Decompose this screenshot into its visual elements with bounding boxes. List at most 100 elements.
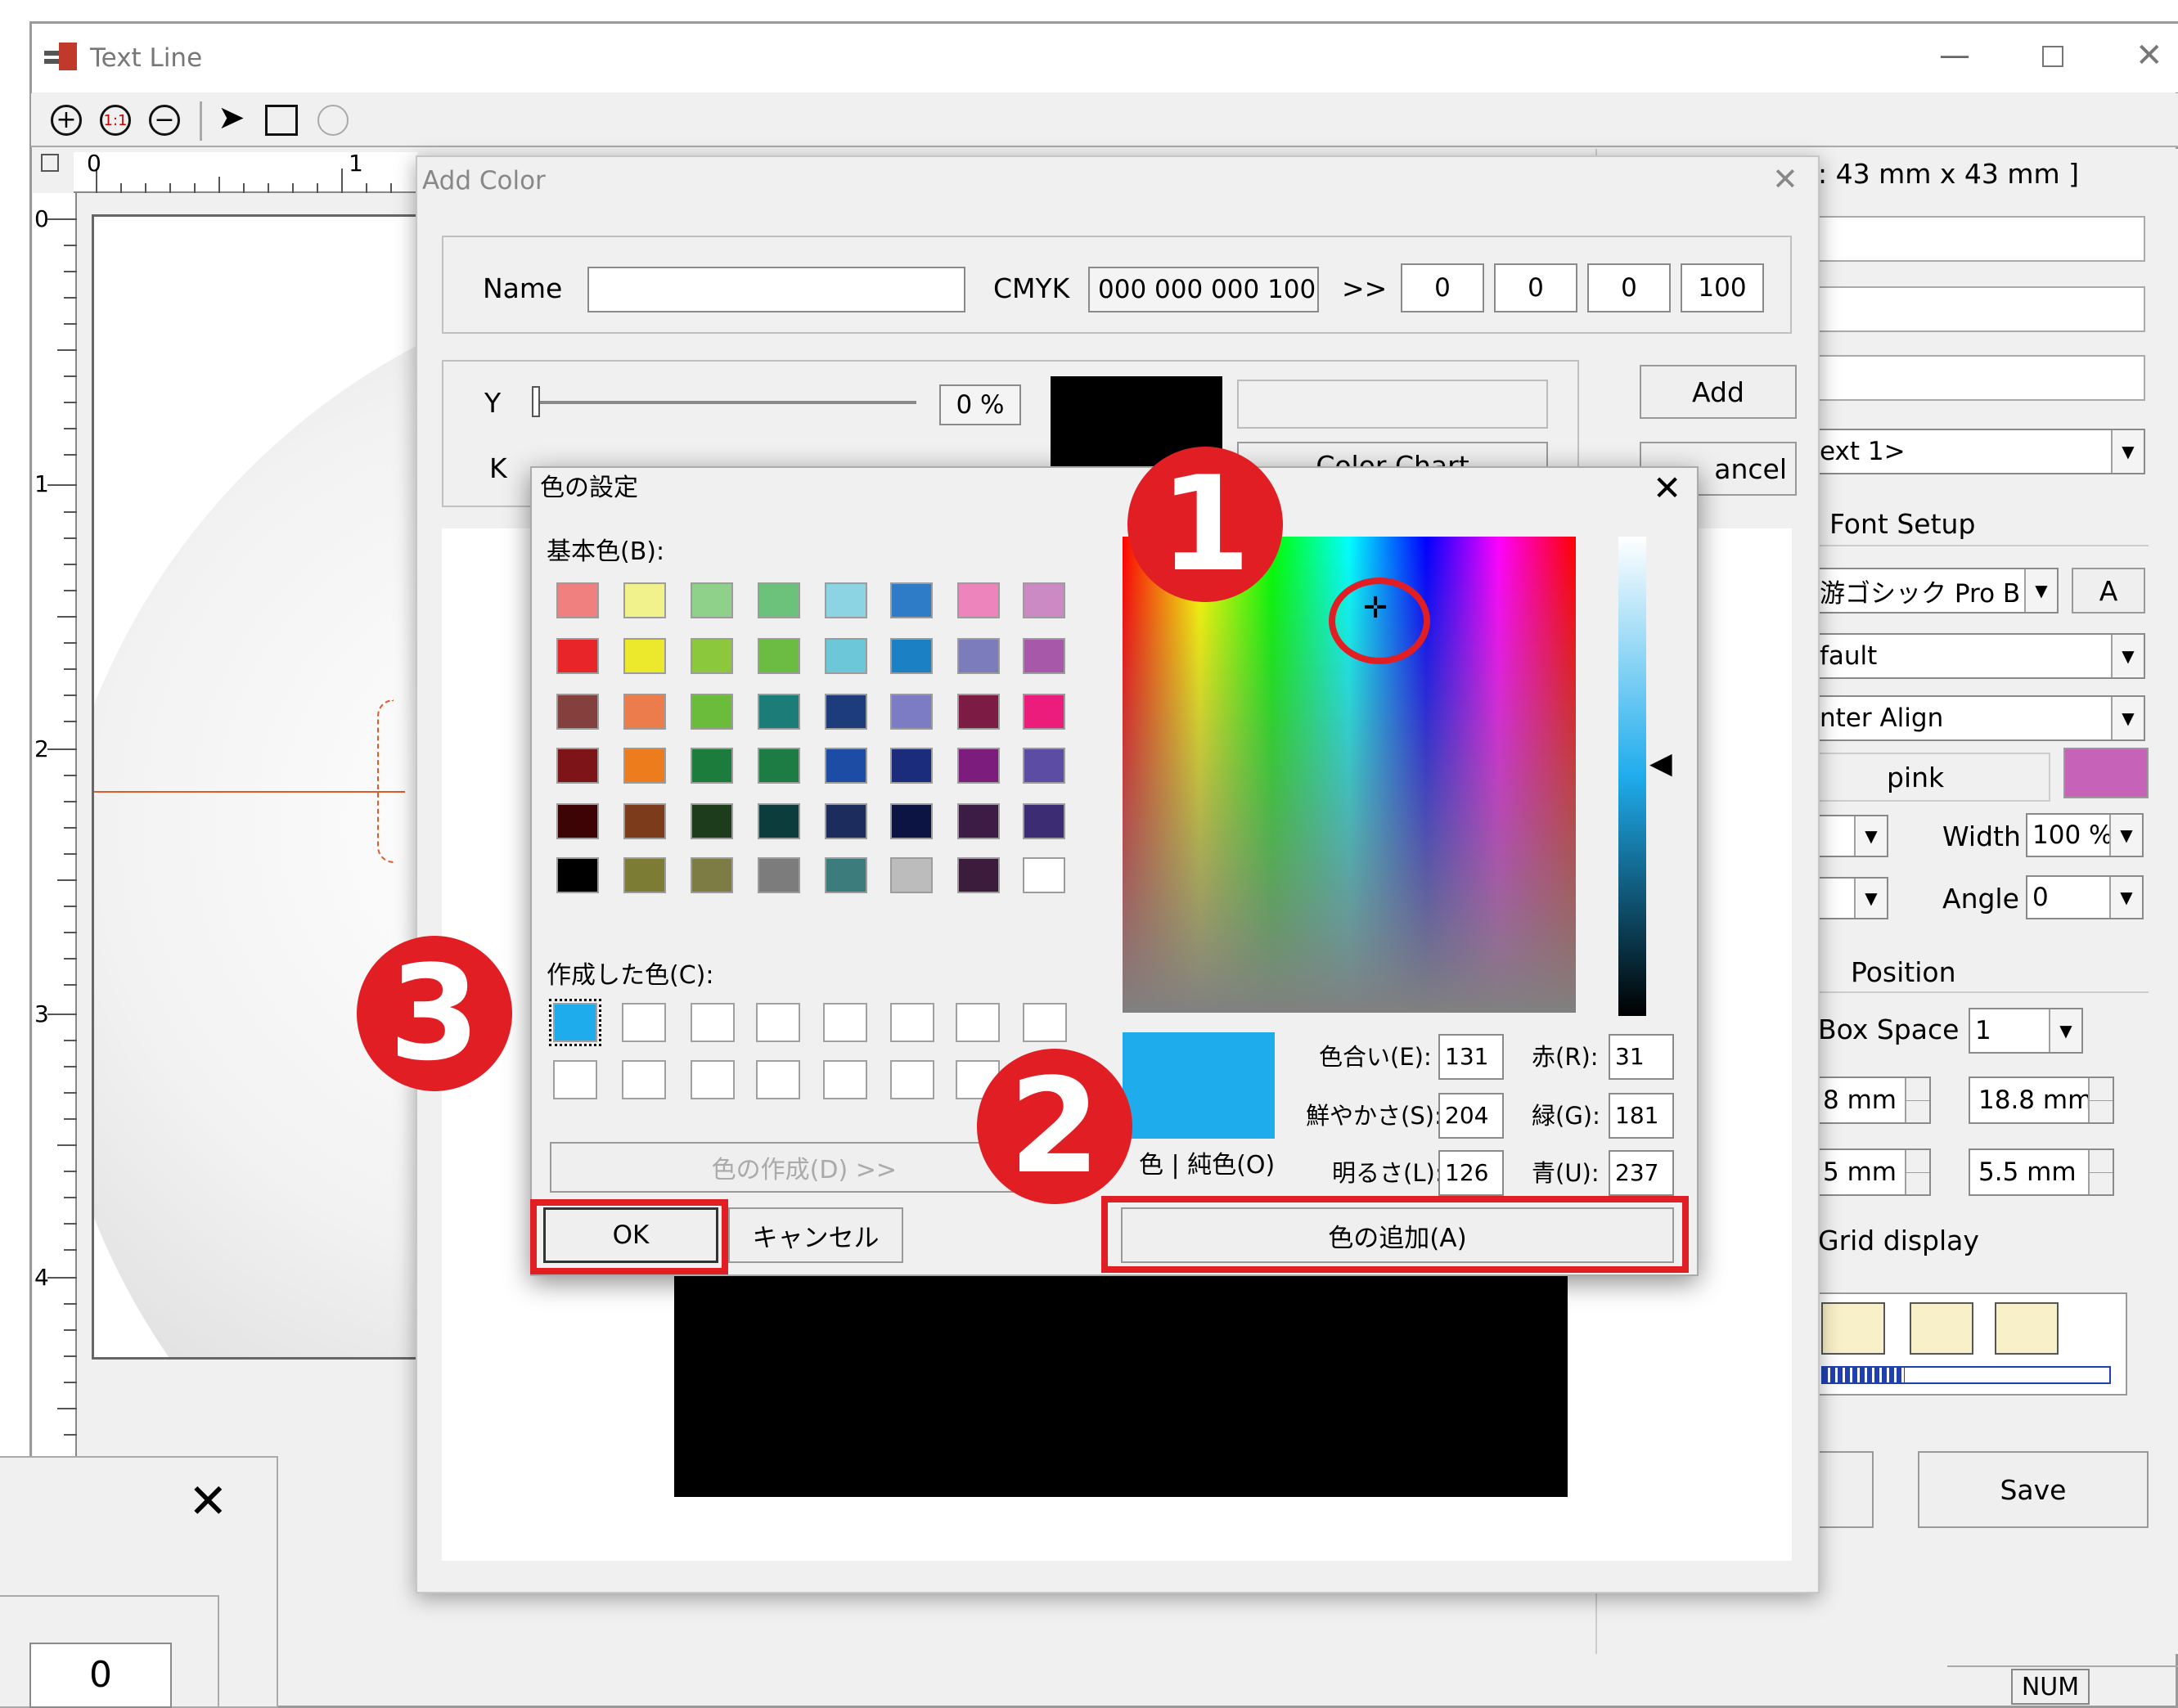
size-dropdown[interactable]: ▼ (1813, 815, 1888, 857)
box-space-dropdown[interactable]: 1 ▼ (1969, 1008, 2083, 1054)
color-cancel-button[interactable]: キャンセル (728, 1207, 903, 1263)
pos-x2-field[interactable]: 18.8 mm (1969, 1076, 2114, 1124)
cyan-input[interactable]: 0 (1401, 263, 1484, 312)
save-button[interactable]: Save (1918, 1451, 2149, 1528)
basic-color-swatch[interactable] (691, 857, 733, 893)
name-input[interactable] (587, 267, 965, 312)
custom-color-9[interactable] (553, 1060, 597, 1099)
grid-layout-1-icon[interactable] (1995, 1302, 2059, 1355)
basic-color-swatch[interactable] (957, 582, 1000, 618)
panel-left-button[interactable] (1813, 1451, 1874, 1528)
width-dropdown[interactable]: 100 % ▼ (2026, 813, 2144, 857)
basic-color-swatch[interactable] (556, 748, 599, 784)
spacing-dropdown[interactable]: ▼ (1813, 877, 1888, 919)
custom-color-2[interactable] (622, 1003, 666, 1042)
basic-color-swatch[interactable] (758, 857, 800, 893)
basic-color-swatch[interactable] (691, 803, 733, 839)
basic-color-swatch[interactable] (623, 748, 666, 784)
add-color-close-icon[interactable]: ✕ (1772, 164, 1798, 195)
custom-color-5[interactable] (823, 1003, 867, 1042)
basic-color-swatch[interactable] (957, 748, 1000, 784)
basic-color-swatch[interactable] (957, 638, 1000, 674)
yellow-input[interactable]: 0 (1587, 263, 1671, 312)
basic-color-swatch[interactable] (825, 638, 867, 674)
text-select-dropdown[interactable]: ext 1> ▼ (1813, 429, 2145, 474)
align-dropdown[interactable]: nter Align ▼ (1813, 695, 2145, 741)
basic-color-swatch[interactable] (758, 582, 800, 618)
color-swatch-button[interactable] (2063, 748, 2149, 798)
saturation-input[interactable]: 204 (1438, 1093, 1504, 1139)
ellipse-tool-icon[interactable] (317, 105, 349, 136)
panel-field-2[interactable] (1816, 286, 2145, 332)
close-icon[interactable]: ✕ (2135, 39, 2163, 72)
pos-y1-field[interactable]: 5 mm (1813, 1148, 1931, 1196)
grid-layout-3-icon[interactable] (1910, 1302, 1973, 1355)
partial-dialog-value[interactable]: 0 (29, 1643, 172, 1708)
select-tool-icon[interactable]: ➤ (218, 101, 245, 134)
basic-color-swatch[interactable] (691, 694, 733, 730)
basic-color-swatch[interactable] (556, 803, 599, 839)
basic-color-swatch[interactable] (691, 748, 733, 784)
basic-color-swatch[interactable] (556, 694, 599, 730)
basic-color-swatch[interactable] (1023, 748, 1065, 784)
grid-layout-5-icon[interactable] (1821, 1302, 1885, 1355)
custom-color-3[interactable] (691, 1003, 735, 1042)
minimize-icon[interactable]: — (1939, 39, 1970, 70)
basic-color-swatch[interactable] (556, 582, 599, 618)
zoom-out-icon[interactable]: − (149, 105, 180, 136)
luminance-input[interactable]: 126 (1438, 1150, 1504, 1196)
y-slider-track[interactable] (532, 401, 916, 404)
basic-color-swatch[interactable] (556, 857, 599, 893)
font-button[interactable]: A (2072, 568, 2145, 614)
basic-color-swatch[interactable] (890, 803, 933, 839)
basic-color-swatch[interactable] (1023, 803, 1065, 839)
basic-color-swatch[interactable] (1023, 582, 1065, 618)
add-button[interactable]: Add (1640, 365, 1797, 419)
pos-y2-field[interactable]: 5.5 mm (1969, 1148, 2114, 1196)
style-dropdown[interactable]: fault ▼ (1813, 633, 2145, 679)
hue-input[interactable]: 131 (1438, 1034, 1504, 1080)
custom-color-11[interactable] (691, 1060, 735, 1099)
custom-color-10[interactable] (622, 1060, 666, 1099)
basic-color-swatch[interactable] (825, 803, 867, 839)
custom-color-6[interactable] (890, 1003, 934, 1042)
basic-color-swatch[interactable] (623, 638, 666, 674)
red-input[interactable]: 31 (1609, 1034, 1674, 1080)
zoom-in-icon[interactable]: + (51, 105, 82, 136)
zoom-actual-icon[interactable]: 1:1 (100, 105, 131, 136)
luminance-bar[interactable] (1618, 537, 1646, 1016)
basic-color-swatch[interactable] (825, 582, 867, 618)
rectangle-tool-icon[interactable] (265, 105, 298, 136)
panel-field-3[interactable] (1816, 355, 2145, 401)
custom-color-1[interactable] (549, 999, 601, 1046)
angle-dropdown[interactable]: 0 ▼ (2026, 875, 2144, 919)
magenta-input[interactable]: 0 (1494, 263, 1577, 312)
basic-color-swatch[interactable] (825, 748, 867, 784)
custom-color-7[interactable] (956, 1003, 1000, 1042)
y-slider-thumb[interactable] (532, 386, 540, 417)
luminance-arrow-icon[interactable]: ◀ (1649, 749, 1672, 779)
color-dialog-close-icon[interactable]: ✕ (1653, 471, 1681, 506)
basic-color-swatch[interactable] (623, 582, 666, 618)
basic-color-swatch[interactable] (1023, 694, 1065, 730)
black-input[interactable]: 100 (1681, 263, 1764, 312)
basic-color-swatch[interactable] (890, 582, 933, 618)
basic-color-swatch[interactable] (890, 748, 933, 784)
basic-color-swatch[interactable] (1023, 638, 1065, 674)
basic-color-swatch[interactable] (825, 857, 867, 893)
basic-color-swatch[interactable] (758, 748, 800, 784)
basic-color-swatch[interactable] (758, 803, 800, 839)
basic-color-swatch[interactable] (890, 857, 933, 893)
custom-color-4[interactable] (756, 1003, 800, 1042)
panel-field-1[interactable] (1816, 216, 2145, 262)
basic-color-swatch[interactable] (623, 694, 666, 730)
partial-dialog-close-icon[interactable]: ✕ (188, 1477, 228, 1525)
basic-color-swatch[interactable] (691, 638, 733, 674)
basic-color-swatch[interactable] (623, 857, 666, 893)
basic-color-swatch[interactable] (691, 582, 733, 618)
basic-color-swatch[interactable] (1023, 857, 1065, 893)
basic-color-swatch[interactable] (957, 803, 1000, 839)
maximize-icon[interactable] (2042, 46, 2063, 67)
basic-color-swatch[interactable] (556, 638, 599, 674)
green-input[interactable]: 181 (1609, 1093, 1674, 1139)
